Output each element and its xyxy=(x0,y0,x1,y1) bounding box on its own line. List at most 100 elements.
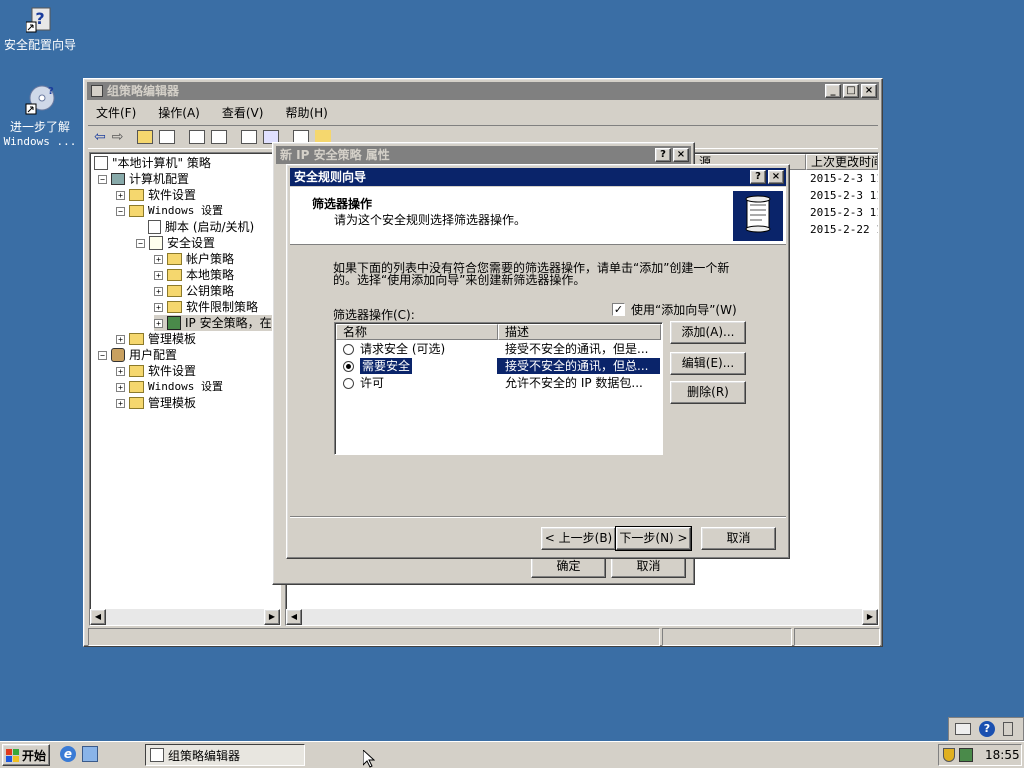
security-wizard-icon: ? xyxy=(25,4,54,34)
tree-node-local-policies[interactable]: + 本地策略 xyxy=(154,267,234,283)
help-circle-icon[interactable]: ? xyxy=(979,721,995,737)
remove-button[interactable]: 删除(R) xyxy=(670,381,746,404)
status-bar xyxy=(88,628,880,646)
mouse-cursor-icon xyxy=(362,748,376,768)
forward-arrow-icon[interactable]: ⇨ xyxy=(112,129,124,145)
list-item-name: 请求安全 (可选) xyxy=(360,342,446,356)
list-item-selected[interactable]: 需要安全 接受不安全的通讯，但总... xyxy=(337,358,660,374)
tree-label: 本地策略 xyxy=(186,268,235,282)
expand-icon[interactable]: + xyxy=(116,366,125,376)
edit-button[interactable]: 编辑(E)... xyxy=(670,352,746,375)
tree-node-public-key[interactable]: + 公钥策略 xyxy=(154,283,234,299)
desktop-icon-learn-windows[interactable]: ? 进一步了解 Windows ... xyxy=(0,84,80,148)
list-item-name: 需要安全 xyxy=(360,358,413,374)
tree-label: 帐户策略 xyxy=(186,252,235,266)
filter-action-list[interactable]: 名称 描述 请求安全 (可选) 接受不安全的通讯，但是... 需要安全 接受不安… xyxy=(334,322,663,455)
tree-node-security-settings[interactable]: − 安全设置 xyxy=(136,235,215,251)
expand-icon[interactable]: + xyxy=(116,190,125,200)
close-button[interactable]: × xyxy=(768,170,784,184)
menu-file[interactable]: 文件(F) xyxy=(96,103,136,123)
list-item-desc: 允许不安全的 IP 数据包... xyxy=(505,376,643,390)
help-button[interactable]: ? xyxy=(655,148,671,162)
col-header-name[interactable]: 名称 xyxy=(336,324,498,340)
use-add-wizard-label: 使用“添加向导”(W) xyxy=(631,303,737,317)
tree-node-ip-security[interactable]: + IP 安全策略，在 xyxy=(154,315,272,331)
collapse-icon[interactable]: − xyxy=(98,174,107,184)
tree-label: 管理模板 xyxy=(148,396,197,410)
menu-help[interactable]: 帮助(H) xyxy=(285,103,327,123)
maximize-button[interactable]: □ xyxy=(843,84,859,98)
list-item[interactable]: 许可 允许不安全的 IP 数据包... xyxy=(337,375,660,391)
radio-button[interactable] xyxy=(343,377,354,389)
help-button[interactable]: ? xyxy=(750,170,766,184)
use-add-wizard-checkbox[interactable]: ✓ 使用“添加向导”(W) xyxy=(612,301,737,318)
tree-node-user-admin[interactable]: + 管理模板 xyxy=(116,395,196,411)
checkbox-box[interactable]: ✓ xyxy=(612,303,625,316)
start-button[interactable]: 开始 xyxy=(2,744,50,766)
show-tree-icon[interactable] xyxy=(159,130,176,144)
close-button[interactable]: × xyxy=(673,148,689,162)
tree-node-scripts[interactable]: 脚本 (启动/关机) xyxy=(148,219,254,235)
expand-icon[interactable]: + xyxy=(154,270,163,280)
expand-icon[interactable]: + xyxy=(154,318,163,328)
collapse-icon[interactable]: − xyxy=(136,238,145,248)
expand-icon[interactable]: + xyxy=(116,382,125,392)
details-hscrollbar[interactable]: ◀ ▶ xyxy=(286,609,878,625)
expand-icon[interactable]: + xyxy=(154,254,163,264)
expand-icon[interactable]: + xyxy=(116,334,125,344)
collapse-icon[interactable]: − xyxy=(98,350,107,360)
list-item[interactable]: 请求安全 (可选) 接受不安全的通讯，但是... xyxy=(337,341,660,357)
tree-node-computer-config[interactable]: − 计算机配置 xyxy=(98,171,189,187)
radio-button-checked[interactable] xyxy=(343,360,354,372)
col-header-modified[interactable]: 上次更改时间 xyxy=(806,154,878,170)
gpedit-titlebar[interactable]: 组策略编辑器 _ □ × xyxy=(87,82,879,100)
show-desktop-icon[interactable] xyxy=(82,746,98,762)
tree-node-software-settings[interactable]: + 软件设置 xyxy=(116,187,196,203)
tree-node-user-config[interactable]: − 用户配置 xyxy=(98,347,177,363)
expand-icon[interactable]: + xyxy=(116,398,125,408)
scroll-right-button[interactable]: ▶ xyxy=(862,609,878,625)
up-folder-icon[interactable] xyxy=(137,130,154,144)
help-icon[interactable] xyxy=(241,130,258,144)
menu-action[interactable]: 操作(A) xyxy=(158,103,200,123)
add-button[interactable]: 添加(A)... xyxy=(670,321,746,344)
collapse-icon[interactable]: − xyxy=(116,206,125,216)
taskbar: 开始 e 组策略编辑器 18:55 xyxy=(0,741,1024,768)
tree-node-user-software[interactable]: + 软件设置 xyxy=(116,363,196,379)
refresh-icon[interactable] xyxy=(189,130,206,144)
internet-explorer-icon[interactable]: e xyxy=(60,746,76,762)
scroll-right-button[interactable]: ▶ xyxy=(264,609,280,625)
taskbar-task-gpedit[interactable]: 组策略编辑器 xyxy=(145,744,305,766)
minimize-button[interactable]: _ xyxy=(825,84,841,98)
scroll-left-button[interactable]: ◀ xyxy=(90,609,106,625)
restore-icon[interactable] xyxy=(1003,722,1013,736)
tree-label: 计算机配置 xyxy=(129,172,190,186)
keyboard-icon[interactable] xyxy=(955,723,971,735)
tree-pane: "本地计算机" 策略 − 计算机配置 + 软件设置 − Windows 设置 脚本 (… xyxy=(89,152,281,626)
network-icon[interactable] xyxy=(959,748,973,762)
cancel-button[interactable]: 取消 xyxy=(701,527,776,550)
properties-titlebar[interactable]: 新 IP 安全策略 属性 ? × xyxy=(276,146,691,164)
menu-view[interactable]: 查看(V) xyxy=(222,103,264,123)
tree-node-software-restriction[interactable]: + 软件限制策略 xyxy=(154,299,258,315)
export-icon[interactable] xyxy=(211,130,228,144)
expand-icon[interactable]: + xyxy=(154,302,163,312)
col-header-desc[interactable]: 描述 xyxy=(498,324,661,340)
tree-node-user-windows[interactable]: + Windows 设置 xyxy=(116,379,223,395)
radio-button[interactable] xyxy=(343,343,354,355)
close-button[interactable]: × xyxy=(861,84,877,98)
scroll-left-button[interactable]: ◀ xyxy=(286,609,302,625)
tree-node-root[interactable]: "本地计算机" 策略 xyxy=(94,155,211,171)
wizard-titlebar[interactable]: 安全规则向导 ? × xyxy=(290,168,786,186)
shield-icon[interactable] xyxy=(943,748,955,762)
tree-node-windows-settings[interactable]: − Windows 设置 xyxy=(116,203,223,219)
back-arrow-icon[interactable]: ⇦ xyxy=(94,129,106,145)
wizard-title: 安全规则向导 xyxy=(294,170,367,184)
tree-hscrollbar[interactable]: ◀ ▶ xyxy=(90,609,280,625)
back-button[interactable]: < 上一步(B) xyxy=(541,527,616,550)
tree-node-admin-templates[interactable]: + 管理模板 xyxy=(116,331,196,347)
desktop-icon-security-wizard[interactable]: ? 安全配置向导 xyxy=(0,4,80,53)
expand-icon[interactable]: + xyxy=(154,286,163,296)
next-button[interactable]: 下一步(N) > xyxy=(615,526,692,551)
tree-node-account-policies[interactable]: + 帐户策略 xyxy=(154,251,234,267)
